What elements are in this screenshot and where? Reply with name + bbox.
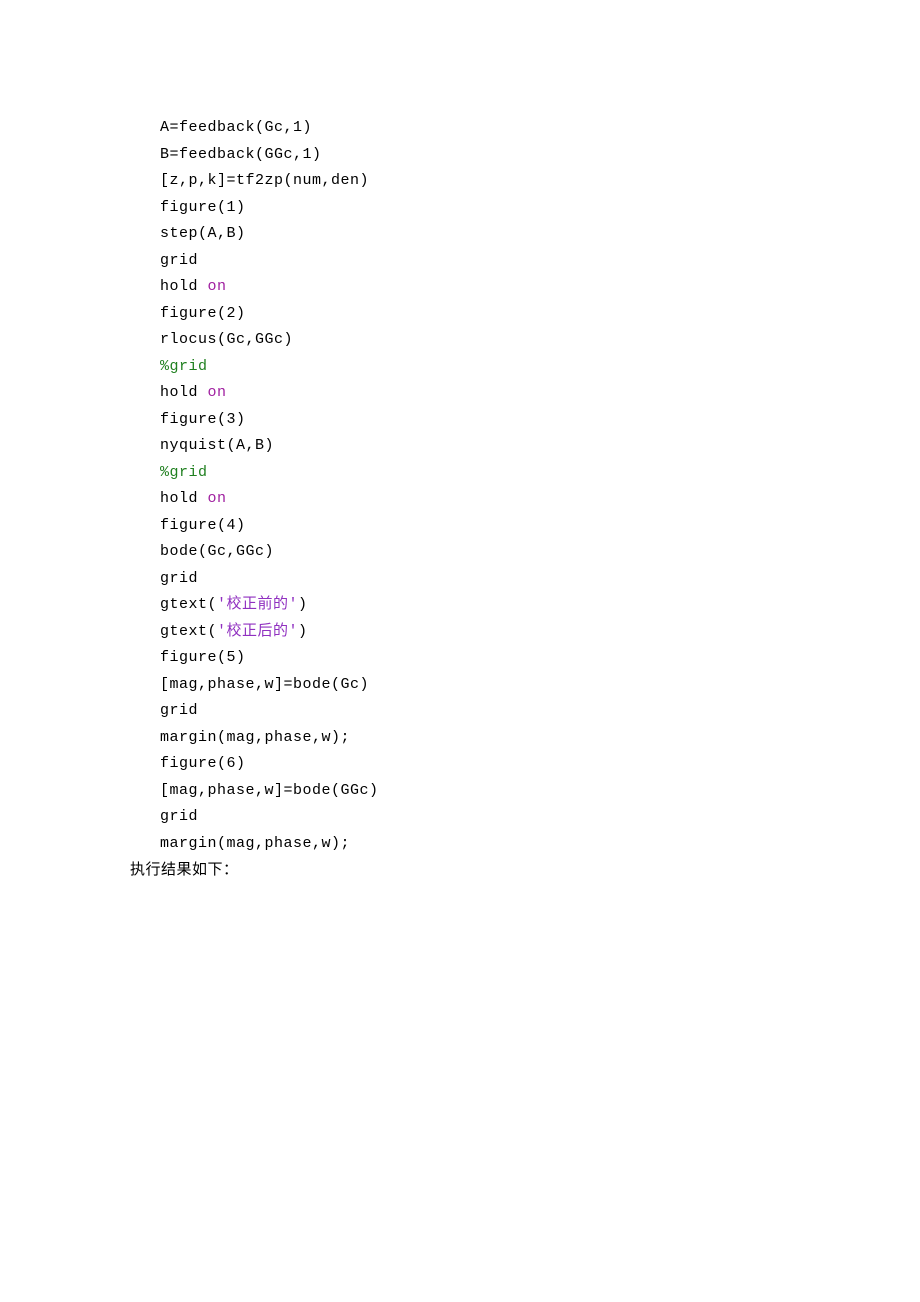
- code-line: [mag,phase,w]=bode(GGc): [160, 778, 920, 805]
- code-line: grid: [160, 698, 920, 725]
- code-line: figure(6): [160, 751, 920, 778]
- code-line: figure(4): [160, 513, 920, 540]
- code-line: gtext('校正前的'): [160, 592, 920, 619]
- result-text: 执行结果如下：: [130, 857, 920, 884]
- code-line: [mag,phase,w]=bode(Gc): [160, 672, 920, 699]
- code-line: margin(mag,phase,w);: [160, 725, 920, 752]
- code-line: figure(1): [160, 195, 920, 222]
- code-block: A=feedback(Gc,1)B=feedback(GGc,1)[z,p,k]…: [160, 115, 920, 857]
- document-page: A=feedback(Gc,1)B=feedback(GGc,1)[z,p,k]…: [0, 0, 920, 884]
- code-line: hold on: [160, 380, 920, 407]
- code-line: nyquist(A,B): [160, 433, 920, 460]
- code-line: B=feedback(GGc,1): [160, 142, 920, 169]
- code-line: gtext('校正后的'): [160, 619, 920, 646]
- code-line: [z,p,k]=tf2zp(num,den): [160, 168, 920, 195]
- code-line: bode(Gc,GGc): [160, 539, 920, 566]
- code-line: figure(3): [160, 407, 920, 434]
- code-line: grid: [160, 566, 920, 593]
- code-line: figure(5): [160, 645, 920, 672]
- code-line: grid: [160, 804, 920, 831]
- code-line: %grid: [160, 354, 920, 381]
- code-line: grid: [160, 248, 920, 275]
- code-line: margin(mag,phase,w);: [160, 831, 920, 858]
- code-line: rlocus(Gc,GGc): [160, 327, 920, 354]
- code-line: step(A,B): [160, 221, 920, 248]
- code-line: figure(2): [160, 301, 920, 328]
- code-line: A=feedback(Gc,1): [160, 115, 920, 142]
- code-line: hold on: [160, 274, 920, 301]
- code-line: hold on: [160, 486, 920, 513]
- code-line: %grid: [160, 460, 920, 487]
